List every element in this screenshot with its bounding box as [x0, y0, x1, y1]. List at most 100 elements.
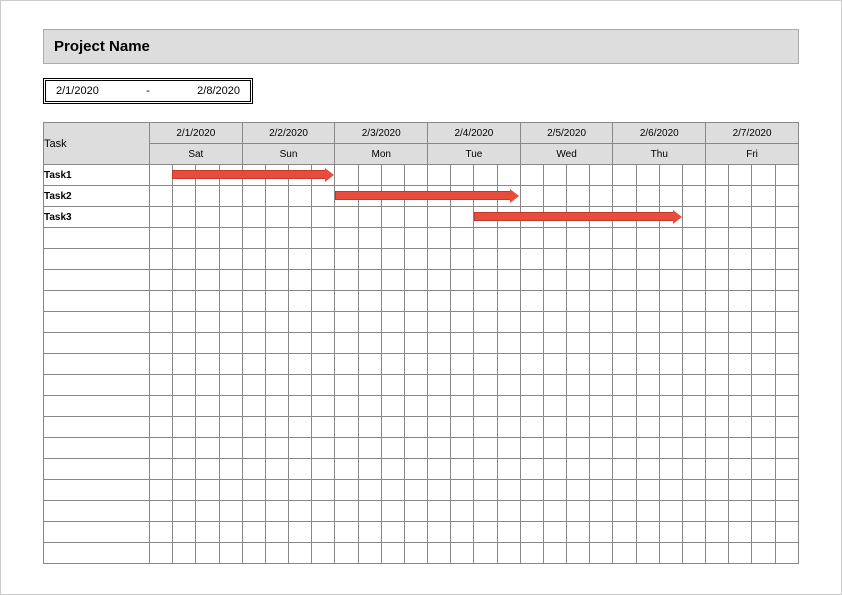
gantt-cell [543, 207, 566, 228]
gantt-cell [265, 270, 288, 291]
gantt-cell [358, 354, 381, 375]
gantt-cell [706, 459, 729, 480]
gantt-cell [543, 312, 566, 333]
task-name-cell [44, 228, 150, 249]
gantt-cell [404, 270, 427, 291]
gantt-cell [289, 501, 312, 522]
gantt-cell [335, 438, 358, 459]
gantt-cell [613, 417, 636, 438]
gantt-cell [590, 438, 613, 459]
gantt-cell [590, 522, 613, 543]
table-row [44, 501, 799, 522]
gantt-cell [543, 375, 566, 396]
date-range-start: 2/1/2020 [56, 85, 99, 97]
gantt-cell [520, 291, 543, 312]
gantt-cell [150, 249, 173, 270]
gantt-chart: Task2/1/20202/2/20202/3/20202/4/20202/5/… [43, 122, 799, 564]
gantt-cell [335, 291, 358, 312]
table-row [44, 249, 799, 270]
task-name-cell: Task3 [44, 207, 150, 228]
gantt-cell [543, 438, 566, 459]
gantt-cell [613, 354, 636, 375]
gantt-cell [520, 186, 543, 207]
gantt-cell [428, 480, 451, 501]
gantt-cell [636, 249, 659, 270]
gantt-cell [335, 207, 358, 228]
gantt-cell [428, 270, 451, 291]
gantt-cell [289, 480, 312, 501]
gantt-cell [520, 249, 543, 270]
table-row [44, 270, 799, 291]
gantt-cell [613, 312, 636, 333]
gantt-cell [312, 249, 335, 270]
gantt-cell [381, 270, 404, 291]
gantt-cell [567, 333, 590, 354]
gantt-cell [173, 291, 196, 312]
table-row [44, 354, 799, 375]
gantt-cell [682, 333, 705, 354]
gantt-cell [682, 165, 705, 186]
gantt-cell [613, 186, 636, 207]
gantt-cell [543, 270, 566, 291]
gantt-cell [150, 354, 173, 375]
gantt-cell [613, 396, 636, 417]
gantt-cell [451, 501, 474, 522]
gantt-cell [289, 291, 312, 312]
gantt-cell [520, 438, 543, 459]
gantt-cell [636, 375, 659, 396]
gantt-cell [404, 501, 427, 522]
task-name-cell [44, 249, 150, 270]
gantt-cell [404, 333, 427, 354]
task-name-cell [44, 543, 150, 564]
gantt-cell [265, 165, 288, 186]
gantt-cell [428, 186, 451, 207]
gantt-cell [474, 459, 497, 480]
gantt-cell [265, 480, 288, 501]
gantt-cell [358, 375, 381, 396]
date-range-end: 2/8/2020 [197, 85, 240, 97]
gantt-cell [173, 270, 196, 291]
gantt-cell [567, 270, 590, 291]
gantt-cell [775, 459, 798, 480]
table-row [44, 291, 799, 312]
gantt-cell [265, 207, 288, 228]
gantt-cell [196, 543, 219, 564]
gantt-cell [381, 165, 404, 186]
gantt-cell [451, 375, 474, 396]
gantt-cell [219, 270, 242, 291]
gantt-cell [451, 522, 474, 543]
gantt-cell [729, 522, 752, 543]
gantt-cell [590, 417, 613, 438]
gantt-cell [520, 207, 543, 228]
date-range-box: 2/1/2020 - 2/8/2020 [43, 78, 253, 104]
gantt-cell [265, 417, 288, 438]
day-header: Sun [242, 144, 335, 165]
gantt-cell [682, 207, 705, 228]
gantt-cell [196, 333, 219, 354]
gantt-cell [150, 228, 173, 249]
gantt-cell [381, 249, 404, 270]
gantt-cell [312, 480, 335, 501]
gantt-cell [428, 228, 451, 249]
gantt-cell [358, 186, 381, 207]
gantt-cell [312, 270, 335, 291]
gantt-cell [706, 354, 729, 375]
gantt-cell [219, 522, 242, 543]
day-header: Wed [520, 144, 613, 165]
gantt-cell [659, 501, 682, 522]
gantt-cell [451, 312, 474, 333]
gantt-cell [428, 396, 451, 417]
gantt-cell [729, 249, 752, 270]
gantt-cell [219, 501, 242, 522]
gantt-cell [659, 312, 682, 333]
gantt-cell [497, 480, 520, 501]
gantt-cell [636, 396, 659, 417]
gantt-cell [451, 438, 474, 459]
gantt-cell [428, 333, 451, 354]
gantt-cell [497, 438, 520, 459]
gantt-cell [451, 207, 474, 228]
gantt-cell [474, 375, 497, 396]
gantt-cell [775, 417, 798, 438]
gantt-cell [428, 312, 451, 333]
gantt-cell [196, 417, 219, 438]
